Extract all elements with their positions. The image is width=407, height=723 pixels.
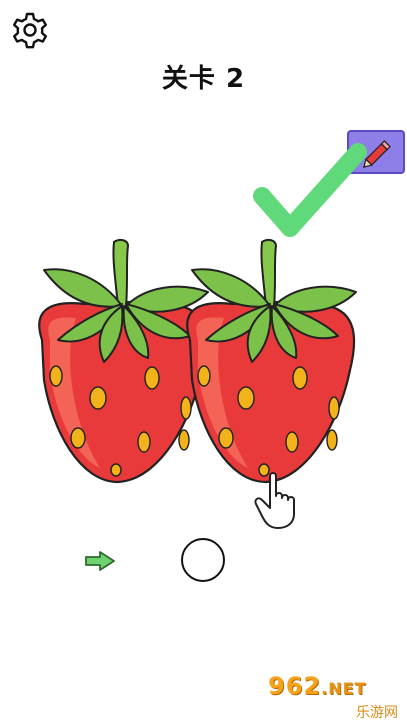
gear-icon: [13, 12, 47, 49]
strawberry-illustration: [38, 238, 358, 484]
arrow-right-icon[interactable]: [84, 550, 116, 572]
watermark-main: 962.NET: [268, 672, 404, 702]
level-title: 关卡 2: [161, 64, 246, 94]
watermark-logo: 962.NET 乐游网: [268, 672, 404, 721]
hand-pointer-icon: [254, 472, 295, 529]
watermark-suffix: .NET: [321, 679, 367, 698]
watermark-sub: 乐游网: [356, 705, 398, 721]
settings-button[interactable]: [10, 10, 50, 50]
answer-circle[interactable]: [181, 538, 225, 582]
watermark-number: 962: [268, 672, 322, 700]
